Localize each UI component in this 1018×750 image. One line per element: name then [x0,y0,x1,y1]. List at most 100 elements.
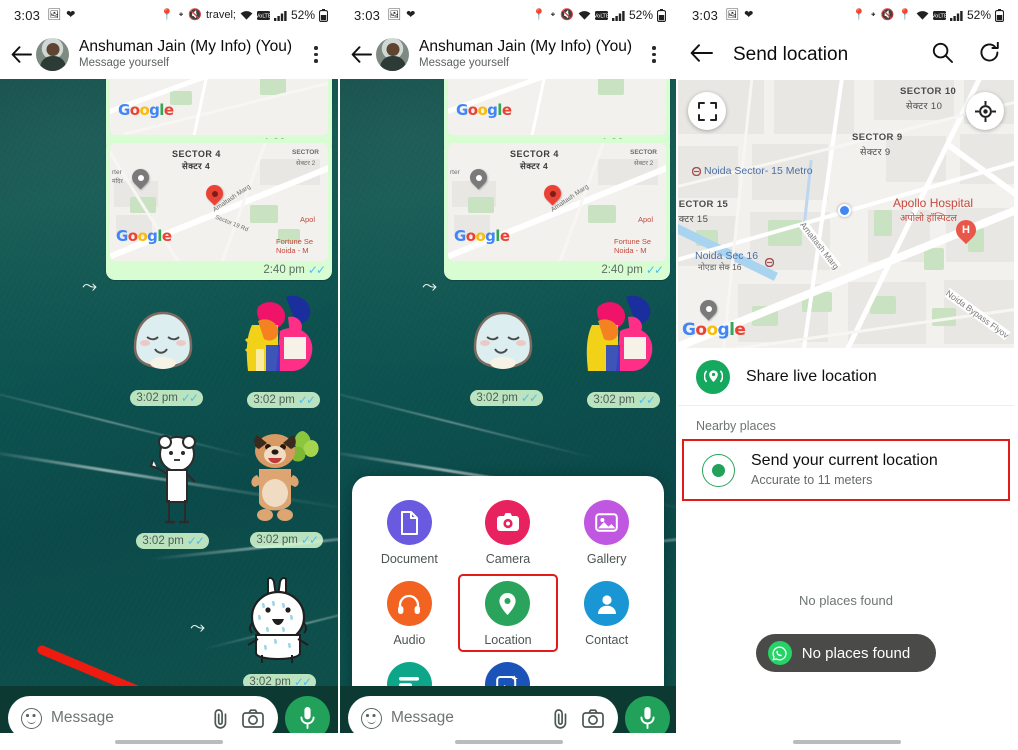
message-time: 3:02 pm [593,394,635,406]
sticker-message[interactable]: 3:02 pm ✓✓ [228,291,320,408]
map-label: SECTOR 4 [510,149,559,159]
map-thumbnail[interactable]: Sector 19 Apollo Google [110,79,328,135]
home-indicator[interactable] [455,739,563,744]
read-receipt-icon: ✓✓ [637,393,656,407]
svg-text:VoLTE: VoLTE [257,13,270,19]
sticker-message[interactable]: 3:02 pm ✓✓ [123,301,203,406]
home-indicator[interactable] [115,739,223,744]
send-current-location-subtitle: Accurate to 11 meters [751,472,873,487]
send-location-header: Send location [678,30,1014,80]
location-icon: 📍 [159,8,174,21]
blob-sweat-sticker [473,311,533,369]
camera-icon[interactable] [241,706,265,730]
message-time: 3:02 pm [253,394,295,406]
image-icon: 🖼 [725,8,740,21]
sticker-message[interactable]: 3:02 pm ✓✓ [463,301,543,406]
heart-icon: ❤ [66,8,76,21]
headphones-icon [386,581,432,626]
attachment-item-document[interactable]: Document [360,494,459,570]
share-live-location-label: Share live location [746,367,877,385]
map-label-hindi: सेक्टर 4 [182,161,211,171]
chat-message-list[interactable]: ⤳ Sector 19 Apollo Google [340,79,676,750]
home-indicator[interactable] [793,740,901,744]
send-current-location-row[interactable]: Send your current location Accurate to 1… [682,439,1010,502]
read-receipt-icon: ✓✓ [307,263,326,277]
map-label-hindi: मंदिर [112,179,123,185]
search-icon[interactable] [932,42,953,68]
attachment-item-camera[interactable]: Camera [459,494,558,570]
google-logo: Google [682,320,746,340]
dog-plant-sticker [251,431,319,521]
map-thumbnail[interactable]: SECTOR 4 सेक्टर 4 SECTOR सेक्टर 2 Amalta… [110,143,328,261]
attachment-label: Location [484,633,532,647]
signal-icon [611,10,625,21]
attachment-item-audio[interactable]: Audio [360,575,459,651]
emoji-icon[interactable] [21,707,42,729]
map-pin-primary [202,181,227,209]
google-logo: Google [116,227,172,245]
whatsapp-icon [767,641,792,666]
location-map[interactable]: SECTOR 10 सेक्टर 10 SECTOR 9 सेक्टर 9 SE… [678,80,1014,348]
overflow-menu-icon[interactable] [304,40,328,70]
back-arrow-icon[interactable] [690,43,713,67]
read-receipt-icon: ✓✓ [520,391,539,405]
my-location-icon[interactable] [966,92,1004,130]
attachment-item-contact[interactable]: Contact [557,575,656,651]
avatar[interactable] [376,38,409,71]
fullscreen-icon[interactable] [688,92,726,130]
map-label: rter [450,169,460,176]
message-time: 3:02 pm [256,534,298,546]
map-thumbnail[interactable]: SECTOR 4 सेक्टर 4 SECTOR सेक्टर 2 Amalta… [448,143,666,261]
camera-icon[interactable] [581,706,605,730]
battery-level: 52% [966,8,991,22]
sticker-message[interactable]: 3:02 pm ✓✓ [568,291,660,408]
bluetooth-icon: ᛭ [177,8,185,21]
read-receipt-icon: ✓✓ [645,263,664,277]
emoji-icon[interactable] [361,707,382,729]
message-placeholder: Message [391,709,454,726]
svg-text:VoLTE: VoLTE [933,13,946,19]
google-logo: Google [118,101,174,119]
white-bear-sticker [149,435,196,524]
map-label: Noida - M [276,246,309,255]
chat-message-list[interactable]: ⤳ Sector 19 Apollo [0,79,338,750]
back-arrow-icon[interactable] [348,42,374,68]
contact-icon [584,581,630,626]
attachment-item-location[interactable]: Location [457,574,559,652]
back-arrow-icon[interactable] [8,42,34,68]
battery-level: 52% [290,8,315,22]
map-sector-label-hi: सेक्टर 15 [678,214,709,225]
share-live-location-row[interactable]: Share live location [678,348,1014,406]
paperclip-icon[interactable] [208,706,232,730]
metro-station-icon [692,167,701,176]
map-thumbnail[interactable]: Sector 19 Apollo Google [448,79,666,135]
map-label: rter [112,169,122,176]
image-icon: 🖼 [387,8,402,21]
couple-sticker [586,295,653,371]
wifi-icon: travel; [206,8,236,21]
panel-chat: 3:03 🖼 ❤ 📍 ᛭ 🔇 travel; VoLTE 52% Anshuma… [0,0,338,750]
heart-icon: ❤ [744,8,754,21]
map-place-label-hi: नोएडा सेक्‍ 16 [698,262,742,272]
attachment-label: Gallery [586,552,627,566]
svg-text:VoLTE: VoLTE [595,13,608,19]
paperclip-icon[interactable] [548,706,572,730]
attachment-item-gallery[interactable]: Gallery [557,494,656,570]
system-nav-bar [340,733,676,750]
message-bubble-location-2[interactable]: SECTOR 4 सेक्टर 4 SECTOR सेक्टर 2 Amalta… [106,139,332,280]
google-logo: Google [454,227,510,245]
send-current-location-title: Send your current location [751,452,938,469]
volte-icon: VoLTE [256,10,270,20]
message-bubble-location-2[interactable]: SECTOR 4 सेक्टर 4 SECTOR सेक्टर 2 Amalta… [444,139,670,280]
refresh-icon[interactable] [979,41,1000,68]
overflow-menu-icon[interactable] [642,40,666,70]
gps-icon: 📍 [898,8,912,21]
sticker-message[interactable]: 3:02 pm ✓✓ [136,434,209,549]
map-label-hindi: सेक्टर 2 [634,160,654,167]
chat-subtitle: Message yourself [79,57,170,70]
map-label-hindi: सेक्टर 2 [296,160,316,167]
signal-icon [273,10,287,21]
map-place-label: Apollo Hospital [893,196,974,210]
sticker-message[interactable]: 3:02 pm ✓✓ [235,427,323,548]
avatar[interactable] [36,38,69,71]
